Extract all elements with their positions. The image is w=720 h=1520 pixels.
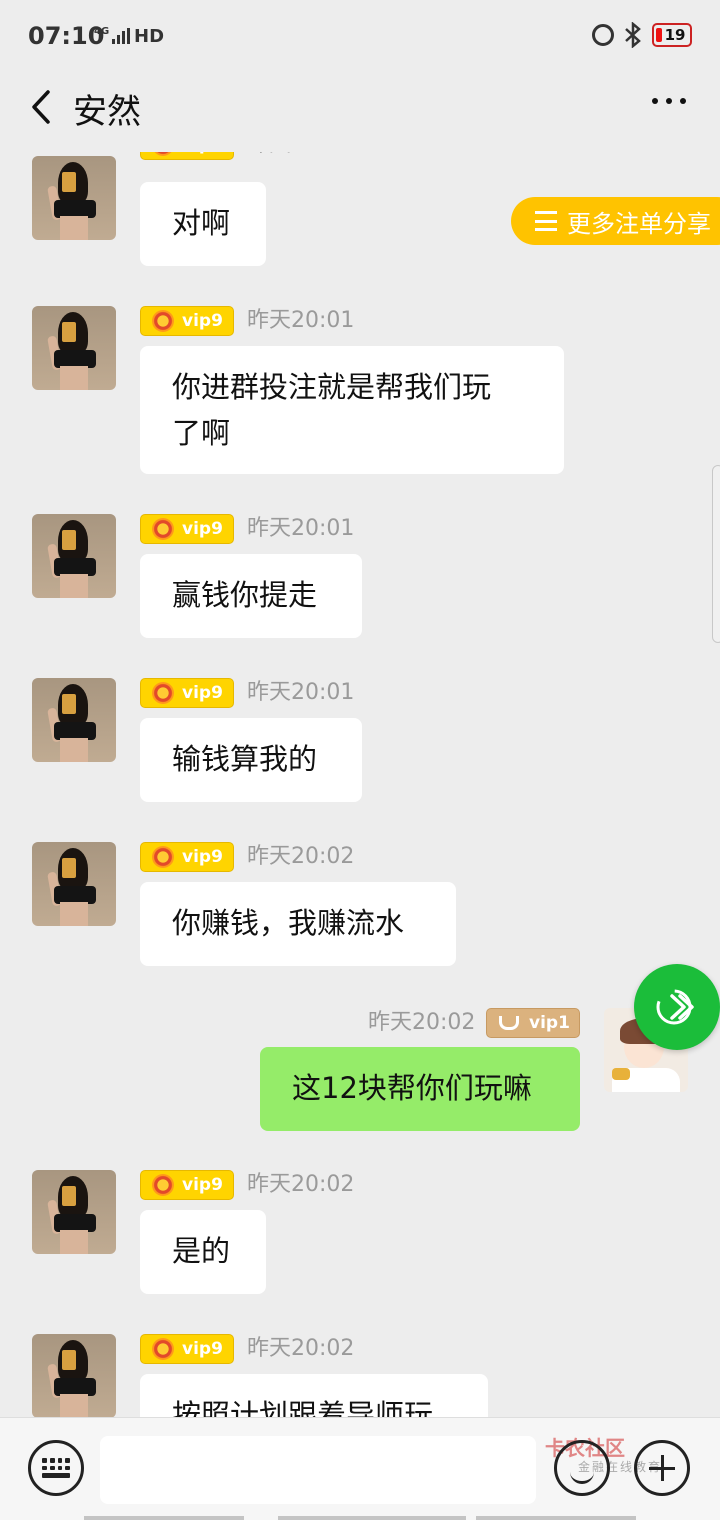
contact-avatar[interactable] (32, 156, 116, 240)
contact-avatar[interactable] (32, 306, 116, 390)
message-time: 昨天20:02 (247, 1172, 355, 1197)
vip-crest-icon (152, 1338, 174, 1360)
message-bubble[interactable]: 对啊 (140, 182, 266, 266)
vip-crest-icon (152, 310, 174, 332)
nav-indicator (476, 1516, 636, 1520)
contact-avatar[interactable] (32, 1170, 116, 1254)
message-bubble[interactable]: 按照计划跟着导师玩 (140, 1374, 488, 1417)
status-time: 07:10 (28, 22, 105, 50)
message-bubble[interactable]: 赢钱你提走 (140, 554, 362, 638)
vip-badge: vip9 (140, 306, 234, 336)
nav-indicator (278, 1516, 466, 1520)
vip-badge: vip1 (486, 1008, 580, 1038)
forward-icon (656, 989, 694, 1025)
more-icon[interactable] (652, 98, 686, 108)
message-bubble[interactable]: 是的 (140, 1210, 266, 1294)
chat-title: 安然 (73, 92, 141, 132)
chat-header: 安然 (0, 72, 720, 152)
message-time: 昨天20:02 (247, 844, 355, 869)
back-icon[interactable] (24, 84, 64, 130)
message-time: 昨天20:02 (247, 1336, 355, 1361)
battery-icon: 19 (652, 23, 692, 47)
contact-avatar[interactable] (32, 678, 116, 762)
vip-crest-icon (152, 846, 174, 868)
vip-crest-icon (152, 1174, 174, 1196)
side-drawer-handle[interactable] (712, 465, 720, 643)
input-bar: 卡农社区 金融在线教育 (0, 1417, 720, 1520)
plus-icon[interactable] (634, 1440, 690, 1496)
status-bar: 07:10 4G HD 19 (0, 0, 720, 72)
vip-crest-icon (152, 152, 174, 156)
message-time: 昨天20:02 (368, 1010, 476, 1035)
contact-avatar[interactable] (32, 1334, 116, 1417)
vip-badge: vip9 (140, 842, 234, 872)
vip-badge: vip9 (140, 678, 234, 708)
battery-level: 19 (664, 26, 686, 44)
vip-crest-icon (499, 1016, 519, 1030)
emoji-icon[interactable] (554, 1440, 610, 1496)
list-icon (535, 211, 557, 231)
message-list[interactable]: vip9 昨天20:01 对啊 vip9 昨天20:01 你进群投注就是帮我们玩… (0, 152, 720, 1417)
signal-icon (112, 28, 130, 44)
message-time: 昨天20:01 (247, 516, 355, 541)
vip-badge: vip9 (140, 514, 234, 544)
message-bubble[interactable]: 你进群投注就是帮我们玩 了啊 (140, 346, 564, 474)
forward-button[interactable] (634, 964, 720, 1050)
vip-badge: vip9 (140, 1334, 234, 1364)
message-time: 昨天20:01 (247, 680, 355, 705)
message-input[interactable] (100, 1436, 536, 1504)
hd-icon: HD (134, 26, 165, 47)
network-type: 4G (94, 26, 110, 37)
contact-avatar[interactable] (32, 842, 116, 926)
more-bets-share-button[interactable]: 更多注单分享 (511, 197, 720, 245)
contact-avatar[interactable] (32, 514, 116, 598)
rotation-lock-icon (592, 24, 614, 46)
bluetooth-icon (625, 22, 641, 48)
vip-crest-icon (152, 518, 174, 540)
message-time: 昨天20:01 (247, 152, 354, 160)
message-time: 昨天20:01 (247, 308, 355, 333)
message-bubble[interactable]: 你赚钱，我赚流水 (140, 882, 456, 966)
message-bubble-outgoing[interactable]: 这12块帮你们玩嘛 (260, 1047, 580, 1131)
vip-badge: vip9 (140, 1170, 234, 1200)
vip-crest-icon (152, 682, 174, 704)
message-bubble[interactable]: 输钱算我的 (140, 718, 362, 802)
share-label: 更多注单分享 (567, 209, 711, 238)
keyboard-icon[interactable] (28, 1440, 84, 1496)
nav-indicator (84, 1516, 244, 1520)
vip-badge: vip9 (140, 152, 234, 160)
